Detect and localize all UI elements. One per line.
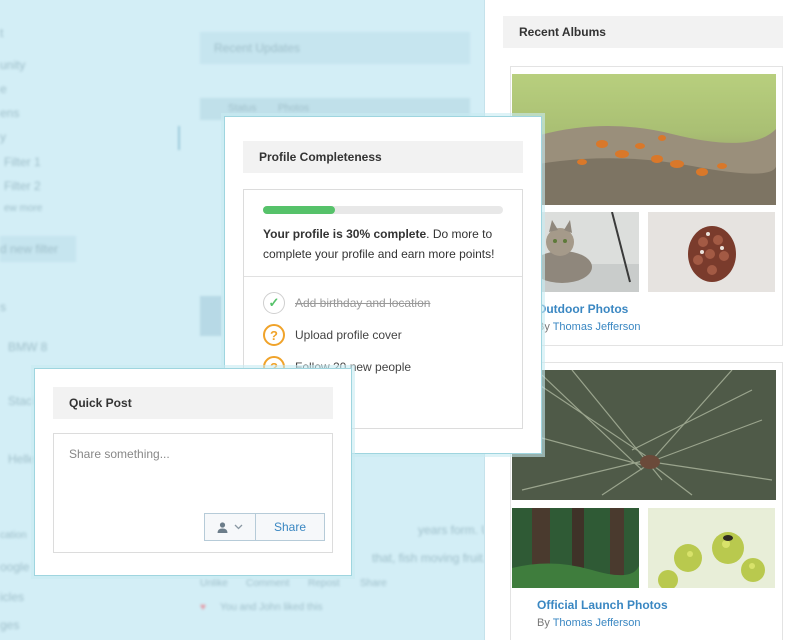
chevron-down-icon	[234, 524, 243, 530]
nav-item-e: e	[0, 82, 7, 96]
album-photo-pine[interactable]	[512, 370, 776, 500]
post-snippet-1: years form. Under. Grea	[418, 523, 484, 537]
album-photo-forest[interactable]	[512, 508, 639, 588]
task-label: Add birthday and location	[295, 296, 431, 310]
divider	[244, 276, 522, 277]
add-filter-label: d new filter	[0, 242, 59, 256]
post-button-group: Share	[204, 513, 325, 541]
nav-item-filter-2: Filter 2	[4, 179, 41, 193]
quick-post-card: Quick Post Share	[34, 368, 352, 576]
album-photo-pinecone[interactable]	[648, 212, 775, 292]
album-card-launch[interactable]: Official Launch Photos By Thomas Jeffers…	[510, 362, 783, 640]
task-upload-cover[interactable]: ? Upload profile cover	[263, 324, 402, 346]
nav-item-top: t	[0, 26, 4, 40]
row-label-helle: Helle	[8, 452, 36, 466]
row-label-bmw: BMW 8	[8, 340, 48, 354]
post-action-unlike: Unlike	[200, 578, 228, 589]
task-label: Upload profile cover	[295, 328, 402, 342]
check-icon: ✓	[263, 292, 285, 314]
profile-progress-bar	[263, 206, 503, 214]
quick-post-title: Quick Post	[53, 387, 333, 419]
nav-item-community: unity	[0, 58, 26, 72]
album-author-link[interactable]: Thomas Jefferson	[553, 321, 641, 333]
byline-prefix: By	[537, 617, 550, 629]
heart-icon: ♥	[200, 602, 206, 613]
tab-status: Status	[228, 103, 257, 114]
task-add-birthday[interactable]: ✓ Add birthday and location	[263, 292, 430, 314]
likes-text: You and John liked this	[220, 602, 323, 613]
profile-completeness-title: Profile Completeness	[243, 141, 523, 173]
recent-updates-title: Recent Updates	[214, 41, 301, 55]
side-item-images: ges	[0, 618, 20, 632]
user-icon	[217, 521, 228, 533]
nav-item-view-more: ew more	[4, 203, 43, 214]
nav-item-y: y	[0, 130, 6, 144]
section-label-cation: cation	[0, 530, 27, 541]
side-item-articles: icles	[0, 590, 25, 604]
profile-summary: Your profile is 30% complete. Do more to…	[263, 224, 513, 264]
avatar	[200, 296, 222, 336]
post-snippet-2: that, fish moving fruit. C	[372, 551, 484, 565]
album-card-outdoor[interactable]: Outdoor Photos By Thomas Jefferson	[510, 66, 783, 346]
album-author-link[interactable]: Thomas Jefferson	[553, 617, 641, 629]
question-icon: ?	[263, 324, 285, 346]
recent-albums-title: Recent Albums	[503, 16, 783, 48]
album-title-launch[interactable]: Official Launch Photos	[537, 598, 668, 612]
album-byline-launch: By Thomas Jefferson	[537, 617, 641, 629]
album-title-outdoor[interactable]: Outdoor Photos	[537, 302, 628, 316]
tab-photos: Photos	[278, 103, 310, 114]
post-action-comment: Comment	[246, 578, 290, 589]
row-label-staci: Staci	[8, 394, 35, 408]
post-action-share: Share	[360, 578, 387, 589]
profile-progress-fill	[263, 206, 335, 214]
album-photo-flowers[interactable]	[648, 508, 775, 588]
nav-item-ens: ens	[0, 106, 20, 120]
side-item-google: oogle	[0, 560, 30, 574]
scroll-indicator	[178, 126, 180, 150]
album-photo-mushrooms[interactable]	[512, 74, 776, 205]
section-label-s: s	[0, 300, 6, 314]
profile-summary-bold: Your profile is 30% complete	[263, 227, 427, 241]
album-byline-outdoor: By Thomas Jefferson	[537, 321, 641, 333]
share-button[interactable]: Share	[256, 514, 324, 540]
post-action-repost: Repost	[308, 578, 340, 589]
nav-item-filter-1: Filter 1	[4, 155, 41, 169]
audience-dropdown[interactable]	[205, 514, 256, 540]
